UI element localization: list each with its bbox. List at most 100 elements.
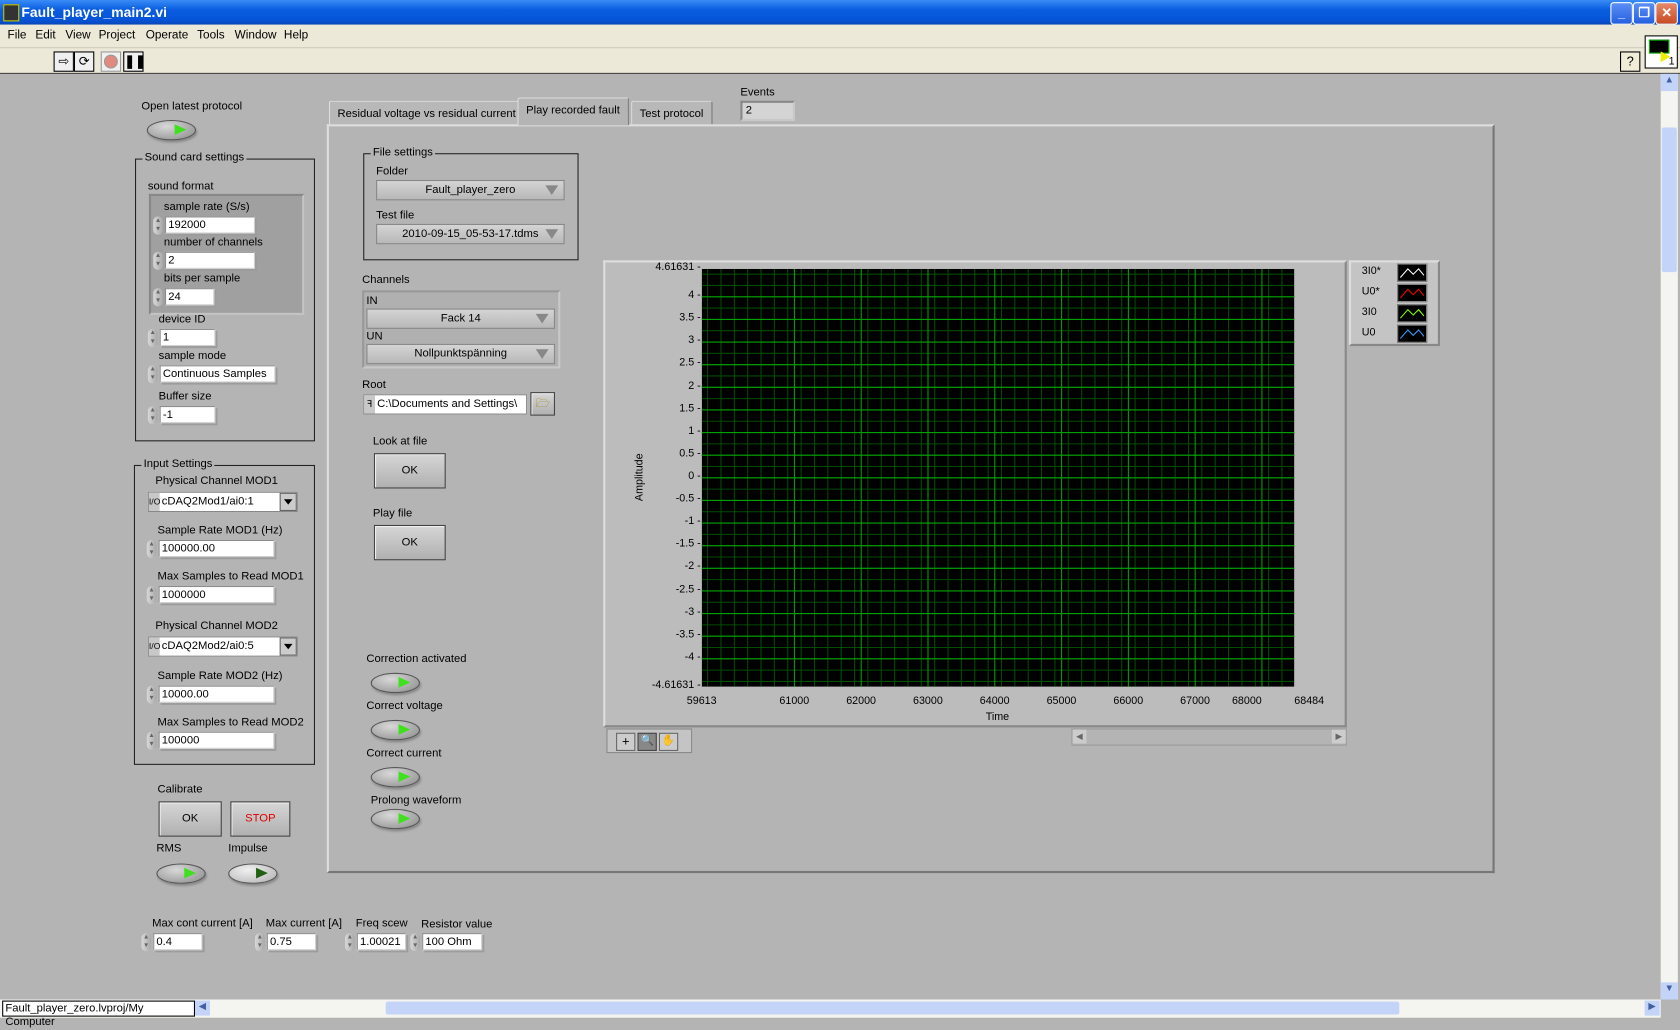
max-samples-mod2-input[interactable]: 100000 xyxy=(158,731,275,749)
restore-button[interactable]: ❐ xyxy=(1632,2,1656,25)
help-icon[interactable]: ? xyxy=(1620,51,1641,72)
legend-swatch-icon[interactable] xyxy=(1397,324,1428,343)
sample-mode-input[interactable]: Continuous Samples xyxy=(159,365,276,383)
scroll-up-button[interactable]: ▲ xyxy=(1660,73,1678,92)
correct-current-toggle[interactable] xyxy=(370,767,421,788)
menu-project[interactable]: Project xyxy=(99,29,136,42)
y-tick-label: -4 - xyxy=(684,651,701,664)
sample-rate-mod1-input[interactable]: 100000.00 xyxy=(158,539,275,558)
legend-swatch-icon[interactable] xyxy=(1397,304,1428,323)
dropdown-arrow-icon[interactable] xyxy=(279,492,297,512)
incdec-icon[interactable]: ▲ ▼ xyxy=(146,585,157,605)
scroll-left-icon[interactable]: ◀ xyxy=(1072,729,1087,744)
look-at-file-ok-button[interactable]: OK xyxy=(373,453,446,489)
calibrate-ok-button[interactable]: OK xyxy=(158,801,222,837)
freq-scew-input[interactable]: 1.00021 xyxy=(356,933,407,951)
menu-help[interactable]: Help xyxy=(284,29,308,42)
sample-rate-input[interactable]: 192000 xyxy=(165,216,256,234)
hscroll-left-button[interactable]: ◀ xyxy=(195,1000,211,1016)
max-cont-current-input[interactable]: 0.4 xyxy=(153,933,203,951)
tab-residual-voltage[interactable]: Residual voltage vs residual current xyxy=(328,100,525,126)
menu-tools[interactable]: Tools xyxy=(197,29,225,42)
correction-activated-toggle[interactable] xyxy=(370,672,421,694)
correct-voltage-toggle[interactable] xyxy=(370,719,421,741)
max-current-input[interactable]: 0.75 xyxy=(266,933,317,951)
prolong-waveform-toggle[interactable] xyxy=(370,808,421,830)
bits-input[interactable]: 24 xyxy=(165,288,215,306)
incdec-icon[interactable]: ▲ ▼ xyxy=(147,328,158,348)
channels-label: number of channels xyxy=(163,235,263,249)
max-samples-mod1-input[interactable]: 1000000 xyxy=(158,585,275,604)
legend-swatch-icon[interactable] xyxy=(1397,263,1428,282)
scroll-down-button[interactable]: ▼ xyxy=(1660,982,1678,1000)
incdec-icon[interactable]: ▲ ▼ xyxy=(345,933,355,952)
scroll-thumb[interactable] xyxy=(1661,127,1677,273)
resistor-value-input[interactable]: 100 Ohm xyxy=(422,933,483,951)
incdec-icon[interactable]: ▲ ▼ xyxy=(146,685,157,704)
dropdown-arrow-icon xyxy=(545,229,559,239)
menu-window[interactable]: Window xyxy=(235,29,277,42)
menu-edit[interactable]: Edit xyxy=(35,29,55,42)
run-continuously-icon[interactable]: ⟳ xyxy=(73,51,95,72)
sample-rate-mod1-label: Sample Rate MOD1 (Hz) xyxy=(157,523,283,537)
un-channel-dropdown[interactable]: Nollpunktspänning xyxy=(366,343,556,365)
zoom-tool-icon[interactable]: 🔍 xyxy=(637,732,657,751)
in-channel-dropdown[interactable]: Fack 14 xyxy=(366,308,556,329)
incdec-icon[interactable]: ▲ ▼ xyxy=(153,216,163,235)
dropdown-arrow-icon[interactable] xyxy=(279,637,297,656)
test-file-value: 2010-09-15_05-53-17.tdms xyxy=(402,227,539,240)
pan-tool-icon[interactable]: ✋ xyxy=(658,732,679,751)
abort-icon[interactable] xyxy=(100,51,122,72)
plot-area[interactable] xyxy=(701,268,1295,687)
y-tick-label: -1 - xyxy=(684,515,701,528)
folder-dropdown[interactable]: Fault_player_zero xyxy=(376,179,565,201)
pause-icon[interactable]: ❚❚ xyxy=(123,51,146,72)
incdec-icon[interactable]: ▲ ▼ xyxy=(146,731,157,750)
device-id-input[interactable]: 1 xyxy=(159,328,216,347)
incdec-icon[interactable]: ▲ ▼ xyxy=(153,251,163,270)
physical-channel-mod1-combo[interactable]: I/O cDAQ2Mod1/ai0:1 xyxy=(147,491,298,513)
open-latest-protocol-button[interactable] xyxy=(146,119,197,141)
physical-channel-mod2-combo[interactable]: I/O cDAQ2Mod2/ai0:5 xyxy=(147,636,298,657)
in-label: IN xyxy=(366,294,378,308)
play-file-ok-button[interactable]: OK xyxy=(373,524,446,561)
tab-test-protocol[interactable]: Test protocol xyxy=(631,100,712,126)
close-button[interactable]: ✕ xyxy=(1655,2,1678,25)
test-file-label: Test file xyxy=(376,208,415,222)
buffer-size-input[interactable]: -1 xyxy=(159,406,216,424)
y-tick-label: 0 - xyxy=(688,470,701,483)
hscroll-right-button[interactable]: ▶ xyxy=(1644,1000,1660,1016)
cursor-tool-icon[interactable]: + xyxy=(616,732,636,751)
root-path-input[interactable]: ꟻ C:\Documents and Settings\ xyxy=(363,394,528,415)
incdec-icon[interactable]: ▲ ▼ xyxy=(146,539,157,559)
graph-x-scrollbar[interactable]: ◀ ▶ xyxy=(1071,728,1347,746)
tab-play-recorded-fault[interactable]: Play recorded fault xyxy=(517,97,629,126)
horizontal-scroll-thumb[interactable] xyxy=(385,1001,1400,1015)
menu-file[interactable]: File xyxy=(8,29,27,42)
minimize-button[interactable]: _ xyxy=(1610,2,1633,25)
incdec-icon[interactable]: ▲ ▼ xyxy=(410,933,421,952)
vertical-scrollbar[interactable]: ▲ ▼ xyxy=(1660,73,1678,1000)
impulse-toggle[interactable] xyxy=(228,863,278,884)
y-tick-label: -3.5 - xyxy=(675,628,701,641)
incdec-icon[interactable]: ▲ ▼ xyxy=(147,365,158,384)
y-tick-label: -1.5 - xyxy=(675,538,701,550)
test-file-dropdown[interactable]: 2010-09-15_05-53-17.tdms xyxy=(376,223,565,245)
scroll-right-icon[interactable]: ▶ xyxy=(1331,729,1346,744)
incdec-icon[interactable]: ▲ ▼ xyxy=(153,288,163,307)
sample-rate-mod2-input[interactable]: 10000.00 xyxy=(158,685,275,703)
legend-swatch-icon[interactable] xyxy=(1397,283,1428,303)
channels-input[interactable]: 2 xyxy=(165,251,256,269)
x-tick-label: 67000 xyxy=(1180,695,1210,708)
y-tick-label: -3 - xyxy=(684,606,701,618)
menu-operate[interactable]: Operate xyxy=(146,29,189,42)
plot-legend[interactable]: 3I0* U0* 3I0 U0 xyxy=(1348,260,1441,347)
run-icon[interactable]: ⇨ xyxy=(53,51,74,72)
calibrate-stop-button[interactable]: STOP xyxy=(230,801,291,837)
rms-toggle[interactable] xyxy=(156,863,206,884)
incdec-icon[interactable]: ▲ ▼ xyxy=(147,406,158,425)
incdec-icon[interactable]: ▲ ▼ xyxy=(141,933,152,952)
menu-view[interactable]: View xyxy=(65,29,90,42)
browse-folder-icon[interactable]: 🗁 xyxy=(530,392,556,416)
incdec-icon[interactable]: ▲ ▼ xyxy=(255,933,265,952)
